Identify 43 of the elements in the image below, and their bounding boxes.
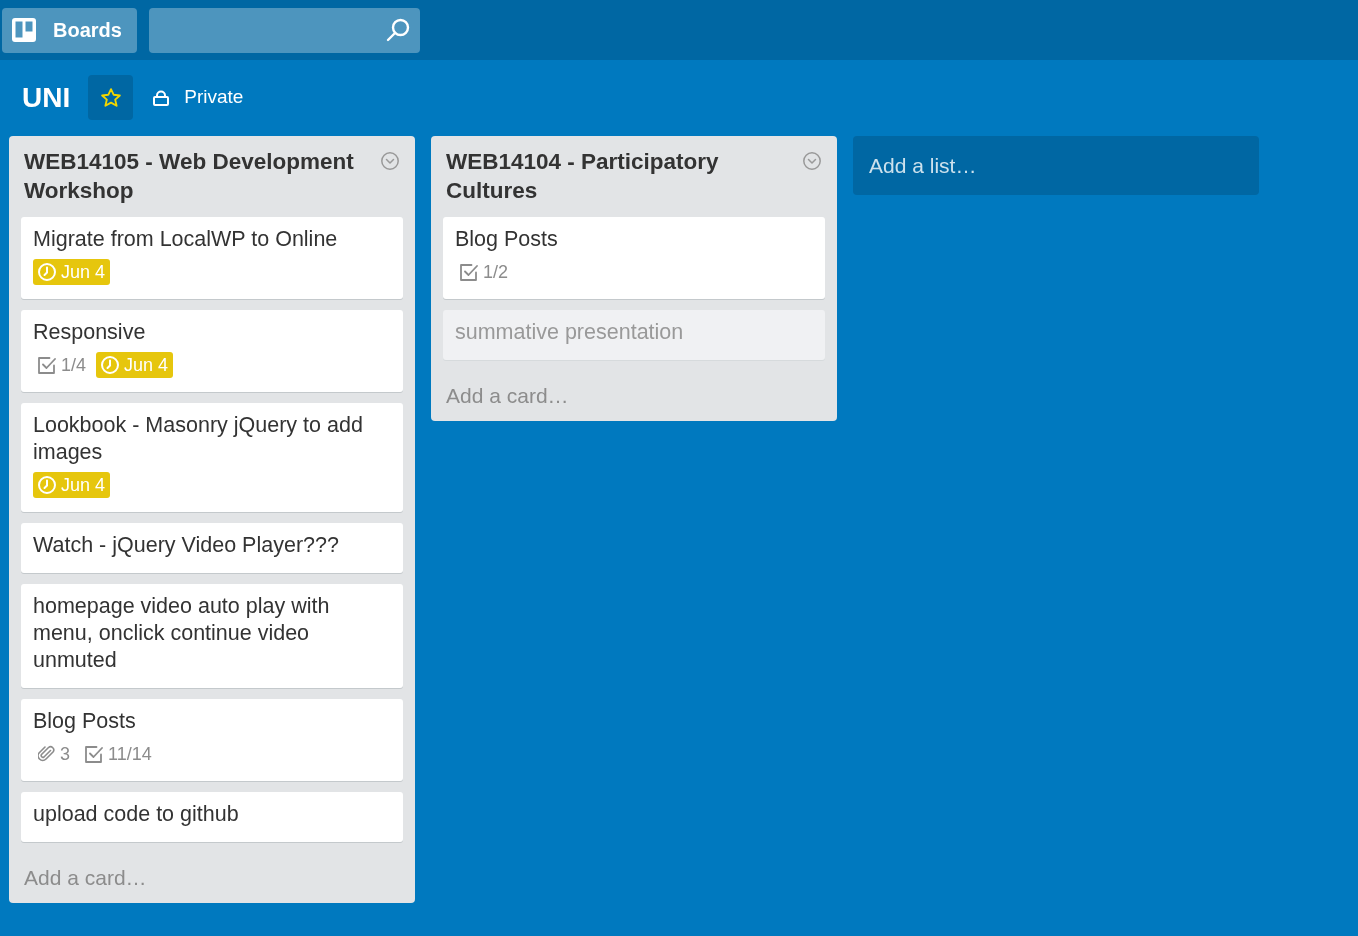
card-title: Blog Posts (455, 226, 559, 253)
chevron-circle-icon[interactable] (381, 152, 399, 170)
checked-box-icon (38, 356, 56, 374)
card[interactable]: Blog Posts 3 11/14 (21, 699, 403, 781)
checklist-count: 11/14 (108, 744, 152, 764)
add-list-button[interactable]: Add a list… (853, 136, 1259, 195)
checked-box-icon (85, 745, 103, 763)
due-date-text: Jun 4 (61, 262, 106, 282)
card-title: upload code to github (33, 801, 240, 828)
card[interactable]: homepage video auto play with menu, onclick continue video unmuted (21, 584, 403, 688)
lock-icon (153, 89, 170, 106)
card[interactable]: Migrate from LocalWP to Online Jun 4 (21, 217, 403, 299)
star-button[interactable] (88, 75, 134, 120)
card[interactable]: upload code to github (21, 792, 403, 842)
card-title: Watch - jQuery Video Player??? (33, 532, 340, 559)
card-title: homepage video auto play with menu, onclick continue video unmuted (33, 593, 331, 674)
paperclip-icon (38, 745, 56, 763)
card-title: Blog Posts (33, 708, 137, 735)
card-title: summative presentation (455, 319, 685, 346)
due-date-text: Jun 4 (61, 475, 106, 495)
visibility-button[interactable]: Private (153, 75, 244, 120)
search-icon[interactable] (386, 18, 410, 42)
checklist-count: 1/2 (483, 262, 509, 282)
board-title: UNI (22, 80, 71, 115)
chevron-circle-icon[interactable] (803, 152, 821, 170)
list-title: WEB14105 - Web Development Workshop (24, 148, 355, 205)
list-title: WEB14104 - Participatory Cultures (446, 148, 720, 205)
checked-box-icon (460, 263, 478, 281)
clock-icon (38, 263, 56, 281)
checklist-count: 1/4 (61, 355, 87, 375)
card-title: Lookbook - Masonry jQuery to add images (33, 412, 364, 466)
card[interactable]: Watch - jQuery Video Player??? (21, 523, 403, 573)
card[interactable]: Blog Posts 1/2 (443, 217, 825, 299)
clock-icon (101, 356, 120, 374)
card-title: Responsive (33, 319, 147, 346)
due-date-text: Jun 4 (124, 355, 169, 375)
card[interactable]: Responsive 1/4 Jun 4 (21, 310, 403, 392)
card-title: Migrate from LocalWP to Online (33, 226, 339, 253)
card[interactable]: Lookbook - Masonry jQuery to add images Jun 4 (21, 403, 403, 512)
attachment-count: 3 (60, 744, 70, 764)
clock-icon (38, 476, 56, 494)
board-icon (12, 18, 36, 42)
search-field[interactable] (149, 7, 420, 53)
